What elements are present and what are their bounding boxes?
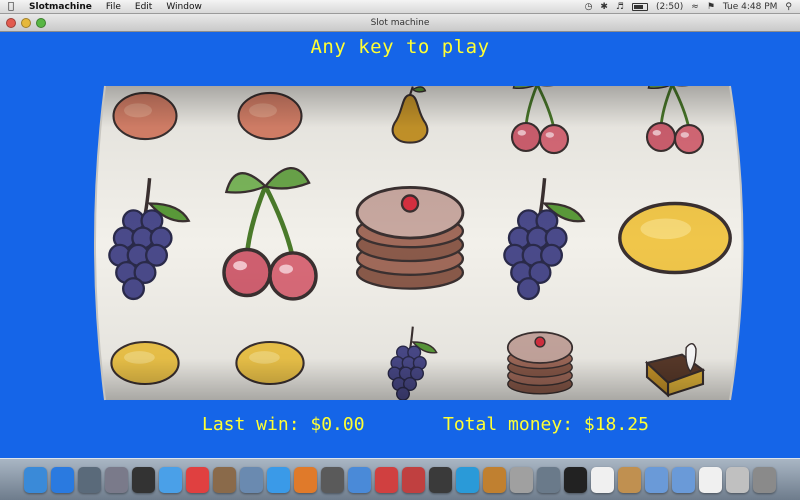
itunes-store-icon[interactable] bbox=[456, 466, 479, 493]
window-title: Slot machine bbox=[370, 17, 430, 28]
menu-bar:  Slotmachine File Edit Window ◷ ✱ ♬ (2:… bbox=[0, 0, 800, 14]
clock[interactable]: Tue 4:48 PM bbox=[723, 2, 778, 12]
aperture-icon[interactable] bbox=[510, 466, 533, 493]
ichat-icon[interactable] bbox=[159, 466, 182, 493]
trash-icon[interactable] bbox=[753, 466, 776, 493]
dvd-player-icon[interactable] bbox=[429, 466, 452, 493]
preview-icon[interactable] bbox=[240, 466, 263, 493]
image-capture-icon[interactable] bbox=[537, 466, 560, 493]
finder-icon[interactable] bbox=[24, 466, 47, 493]
play-prompt: Any key to play bbox=[310, 36, 490, 58]
volume-icon[interactable]: ♬ bbox=[616, 2, 624, 12]
photo-booth-icon[interactable] bbox=[321, 466, 344, 493]
iphoto-icon[interactable] bbox=[348, 466, 371, 493]
spotlight-icon[interactable]: ⚲ bbox=[785, 2, 792, 12]
folder-icon[interactable] bbox=[645, 466, 668, 493]
time-machine-status-icon[interactable]: ◷ bbox=[585, 2, 593, 12]
last-win-label: Last win: $0.00 bbox=[202, 414, 365, 435]
dock bbox=[0, 458, 800, 500]
menu-file[interactable]: File bbox=[99, 2, 128, 12]
safari-icon[interactable] bbox=[267, 466, 290, 493]
bluetooth-icon[interactable]: ✱ bbox=[600, 2, 608, 12]
battery-icon[interactable] bbox=[632, 2, 649, 11]
status-area: ◷ ✱ ♬ (2:50) ≈ ⚑ Tue 4:48 PM ⚲ bbox=[585, 2, 800, 12]
photo-icon[interactable] bbox=[213, 466, 236, 493]
folder-icon[interactable] bbox=[672, 466, 695, 493]
menu-edit[interactable]: Edit bbox=[128, 2, 159, 12]
wifi-icon[interactable]: ≈ bbox=[691, 2, 699, 12]
textedit-icon[interactable] bbox=[591, 466, 614, 493]
firefox-icon[interactable] bbox=[294, 466, 317, 493]
app-store-icon[interactable] bbox=[51, 466, 74, 493]
apple-menu-icon[interactable]:  bbox=[0, 1, 22, 12]
document-icon[interactable] bbox=[699, 466, 722, 493]
time-machine-icon[interactable] bbox=[78, 466, 101, 493]
battery-time: (2:50) bbox=[656, 1, 684, 12]
flag-icon[interactable]: ⚑ bbox=[707, 2, 715, 12]
window-titlebar[interactable]: Slot machine bbox=[0, 14, 800, 32]
garageband-icon[interactable] bbox=[483, 466, 506, 493]
reel-drum[interactable] bbox=[65, 78, 745, 408]
mail-icon[interactable] bbox=[726, 466, 749, 493]
ical-icon[interactable] bbox=[375, 466, 398, 493]
itunes-icon[interactable] bbox=[402, 466, 425, 493]
calendar-icon[interactable] bbox=[186, 466, 209, 493]
menu-app-name[interactable]: Slotmachine bbox=[22, 2, 99, 12]
terminal-icon[interactable] bbox=[564, 466, 587, 493]
dashboard-icon[interactable] bbox=[132, 466, 155, 493]
total-money-label: Total money: $18.25 bbox=[443, 414, 649, 435]
tools-icon[interactable] bbox=[618, 466, 641, 493]
menu-window[interactable]: Window bbox=[159, 2, 209, 12]
drum-shading bbox=[95, 86, 743, 400]
system-preferences-icon[interactable] bbox=[105, 466, 128, 493]
